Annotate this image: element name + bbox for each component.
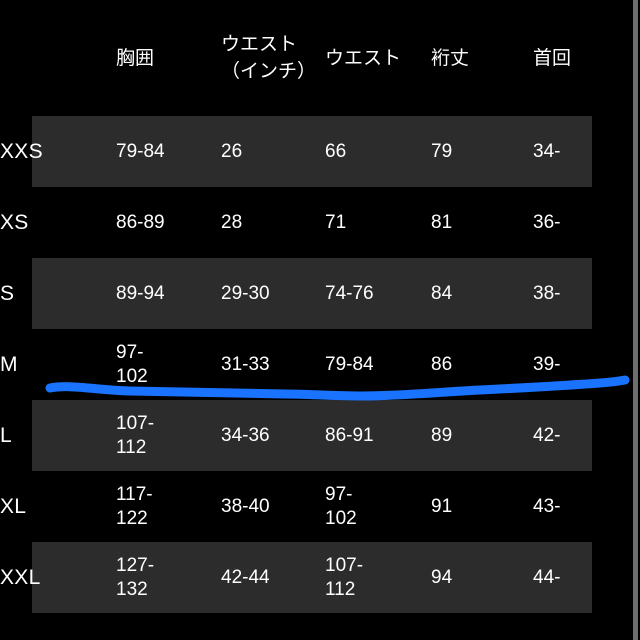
cell-value: 117-122 — [116, 483, 153, 529]
table-row: XXL 127-132 42-44 107-112 94 44- — [0, 542, 640, 613]
column-header-chest: 胸囲 — [116, 0, 221, 116]
table-row: XL 117-122 38-40 97-102 91 43- — [0, 471, 640, 542]
cell-value: 97-102 — [325, 483, 357, 529]
cell-chest: 127-132 — [116, 542, 221, 613]
cell-value: 74-76 — [325, 282, 374, 304]
cell-value: 107-112 — [325, 554, 364, 600]
cell-neck: 34- — [533, 116, 640, 187]
column-header-size — [0, 0, 116, 116]
cell-value: 107-112 — [116, 412, 155, 458]
cell-chest: 117-122 — [116, 471, 221, 542]
column-header-sleeve-length: 裄丈 — [431, 0, 533, 116]
column-header-neck: 首回 — [533, 0, 640, 116]
cell-value: 34-36 — [221, 424, 270, 446]
cell-chest: 89-94 — [116, 258, 221, 329]
cell-chest: 79-84 — [116, 116, 221, 187]
cell-value: 66 — [325, 140, 347, 162]
cell-size: S — [0, 258, 116, 329]
cell-neck: 44- — [533, 542, 640, 613]
table-row: XXS 79-84 26 66 79 34- — [0, 116, 640, 187]
cell-waist-inches: 34-36 — [221, 400, 325, 471]
cell-chest: 107-112 — [116, 400, 221, 471]
cell-waist: 107-112 — [325, 542, 431, 613]
cell-waist-inches: 29-30 — [221, 258, 325, 329]
cell-chest: 97-102 — [116, 329, 221, 400]
cell-waist: 79-84 — [325, 329, 431, 400]
cell-value: 26 — [221, 140, 243, 162]
cell-waist: 66 — [325, 116, 431, 187]
cell-sleeve-length: 81 — [431, 211, 453, 233]
cell-value: 79-84 — [116, 140, 165, 162]
cell-size: XS — [0, 210, 29, 234]
cell-neck: 36- — [533, 211, 561, 233]
header-row: 胸囲 ウエスト （インチ） ウエスト 裄丈 首回 — [0, 0, 640, 116]
cell-waist-inches: 26 — [221, 116, 325, 187]
cell-size: L — [0, 400, 116, 471]
cell-value: 31-33 — [221, 353, 270, 375]
size-chart-table: 胸囲 ウエスト （インチ） ウエスト 裄丈 首回 XXS 79-84 26 66… — [0, 0, 640, 613]
column-header-waist-inches: ウエスト （インチ） — [221, 0, 325, 116]
cell-neck: 39- — [533, 353, 561, 375]
cell-size: XXS — [0, 116, 116, 187]
cell-neck: 42- — [533, 400, 640, 471]
table-row: XS 86-89 28 71 81 36- — [0, 187, 640, 258]
cell-sleeve-length: 86 — [431, 353, 453, 375]
cell-chest: 86-89 — [116, 187, 221, 258]
cell-sleeve-length: 91 — [431, 495, 453, 517]
cell-waist: 74-76 — [325, 258, 431, 329]
cell-neck: 43- — [533, 495, 561, 517]
cell-sleeve-length: 84 — [431, 258, 533, 329]
cell-sleeve-length: 79 — [431, 116, 533, 187]
cell-neck: 38- — [533, 258, 640, 329]
cell-value: 127-132 — [116, 554, 155, 600]
cell-value: 86-89 — [116, 211, 165, 233]
cell-value: 89-94 — [116, 282, 165, 304]
cell-size: XXL — [0, 542, 116, 613]
cell-value: 38-40 — [221, 495, 270, 517]
cell-value: 71 — [325, 211, 347, 233]
column-header-waist: ウエスト — [325, 0, 431, 116]
cell-size: M — [0, 352, 18, 376]
cell-waist-inches: 28 — [221, 187, 325, 258]
cell-waist: 97-102 — [325, 471, 431, 542]
cell-waist: 71 — [325, 187, 431, 258]
screenshot-root: 胸囲 ウエスト （インチ） ウエスト 裄丈 首回 XXS 79-84 26 66… — [0, 0, 640, 640]
cell-value: 86-91 — [325, 424, 374, 446]
cell-value: 29-30 — [221, 282, 270, 304]
cell-sleeve-length: 94 — [431, 542, 533, 613]
cell-waist: 86-91 — [325, 400, 431, 471]
cell-value: 79-84 — [325, 353, 374, 375]
table-body: XXS 79-84 26 66 79 34- XS 86-89 28 71 81… — [0, 116, 640, 613]
cell-waist-inches: 42-44 — [221, 542, 325, 613]
cell-sleeve-length: 89 — [431, 400, 533, 471]
table-header: 胸囲 ウエスト （インチ） ウエスト 裄丈 首回 — [0, 0, 640, 116]
table-row: M 97-102 31-33 79-84 86 39- — [0, 329, 640, 400]
table-row: L 107-112 34-36 86-91 89 42- — [0, 400, 640, 471]
cell-value: 28 — [221, 211, 243, 233]
page-right-edge-scrollbar[interactable] — [633, 0, 638, 640]
cell-waist-inches: 31-33 — [221, 329, 325, 400]
cell-value: 42-44 — [221, 566, 270, 588]
table-row: S 89-94 29-30 74-76 84 38- — [0, 258, 640, 329]
cell-waist-inches: 38-40 — [221, 471, 325, 542]
cell-value: 97-102 — [116, 341, 148, 387]
cell-size: XL — [0, 494, 27, 518]
